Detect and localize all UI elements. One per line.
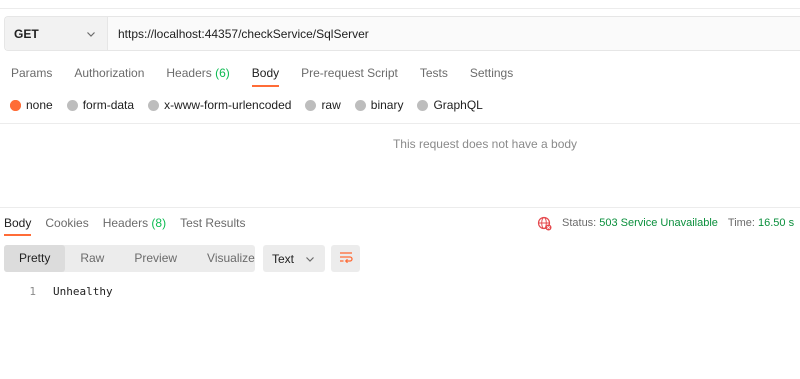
radio-x-www-form-urlencoded[interactable]: x-www-form-urlencoded [148, 98, 291, 112]
divider [0, 123, 800, 124]
res-tab-headers-label: Headers [102, 216, 149, 230]
tab-authorization[interactable]: Authorization [63, 60, 155, 86]
view-raw-button[interactable]: Raw [65, 245, 119, 272]
tab-settings[interactable]: Settings [459, 60, 524, 86]
format-label: Text [272, 251, 295, 266]
status-value[interactable]: 503 Service Unavailable [599, 217, 718, 229]
request-url-bar: GET https://localhost:44357/checkService… [4, 16, 800, 51]
tab-params[interactable]: Params [0, 60, 63, 86]
response-status-area: Status: 503 Service Unavailable Time: 16… [537, 214, 800, 232]
radio-dot [66, 99, 78, 111]
status-label: Status: [562, 217, 597, 229]
line-number: 1 [29, 284, 36, 298]
res-tab-cookies[interactable]: Cookies [41, 212, 92, 234]
divider [0, 207, 800, 208]
radio-label: none [26, 98, 53, 112]
view-preview-button[interactable]: Preview [119, 245, 192, 272]
method-label: GET [14, 26, 39, 41]
radio-label: raw [321, 98, 341, 112]
tab-body-label: Body [251, 66, 280, 80]
tab-authorization-label: Authorization [74, 66, 145, 80]
res-tab-test-results[interactable]: Test Results [176, 212, 249, 234]
radio-none[interactable]: none [10, 98, 53, 112]
radio-label: GraphQL [433, 98, 483, 112]
res-tab-headers[interactable]: Headers (8) [99, 212, 170, 234]
chevron-down-icon [85, 28, 97, 40]
chevron-down-icon [304, 253, 316, 265]
radio-dot [10, 99, 21, 111]
radio-dot [305, 99, 317, 111]
tab-tests[interactable]: Tests [409, 60, 459, 86]
wrap-lines-button[interactable] [331, 245, 360, 272]
res-tab-body-label: Body [4, 216, 32, 230]
url-input[interactable]: https://localhost:44357/checkService/Sql… [108, 27, 369, 41]
body-type-radios: none form-data x-www-form-urlencoded raw… [10, 96, 497, 114]
view-visualize-button[interactable]: Visualize [192, 245, 270, 272]
tab-pre-request-script[interactable]: Pre-request Script [290, 60, 409, 86]
response-body-line: 1 Unhealthy [0, 283, 113, 299]
headers-count: (6) [215, 66, 230, 80]
radio-dot [417, 99, 429, 111]
tab-settings-label: Settings [469, 66, 514, 80]
radio-form-data[interactable]: form-data [66, 98, 135, 112]
radio-label: form-data [82, 98, 135, 112]
wrap-lines-icon [338, 250, 354, 267]
empty-body-text: This request does not have a body [392, 137, 578, 151]
tab-params-label: Params [11, 66, 53, 80]
top-strip [0, 0, 800, 9]
tab-headers[interactable]: Headers (6) [155, 60, 240, 86]
tab-tests-label: Tests [419, 66, 448, 80]
res-tab-test-results-label: Test Results [180, 216, 246, 230]
view-mode-group: Pretty Raw Preview Visualize [4, 245, 255, 272]
radio-raw[interactable]: raw [305, 98, 341, 112]
tab-body[interactable]: Body [241, 60, 290, 87]
res-tab-body[interactable]: Body [0, 212, 35, 236]
time-label: Time: [727, 217, 755, 229]
radio-graphql[interactable]: GraphQL [417, 98, 483, 112]
res-headers-count: (8) [151, 216, 167, 230]
time-value[interactable]: 16.50 s [758, 217, 794, 229]
tab-pre-request-script-label: Pre-request Script [301, 66, 398, 80]
empty-body-message: This request does not have a body [0, 137, 800, 151]
globe-error-icon[interactable] [537, 216, 552, 231]
response-tabs: Body Cookies Headers (8) Test Results [0, 212, 255, 236]
tab-headers-label: Headers [166, 66, 212, 80]
line-text: Unhealthy [53, 284, 113, 298]
radio-dot [148, 99, 160, 111]
method-select[interactable]: GET [5, 17, 108, 50]
radio-binary[interactable]: binary [354, 98, 404, 112]
request-tabs: Params Authorization Headers (6) Body Pr… [0, 60, 524, 88]
view-pretty-button[interactable]: Pretty [4, 245, 66, 272]
radio-label: x-www-form-urlencoded [164, 98, 292, 112]
radio-label: binary [370, 98, 404, 112]
radio-dot [354, 99, 366, 111]
format-select[interactable]: Text [263, 245, 325, 272]
res-tab-cookies-label: Cookies [45, 216, 89, 230]
